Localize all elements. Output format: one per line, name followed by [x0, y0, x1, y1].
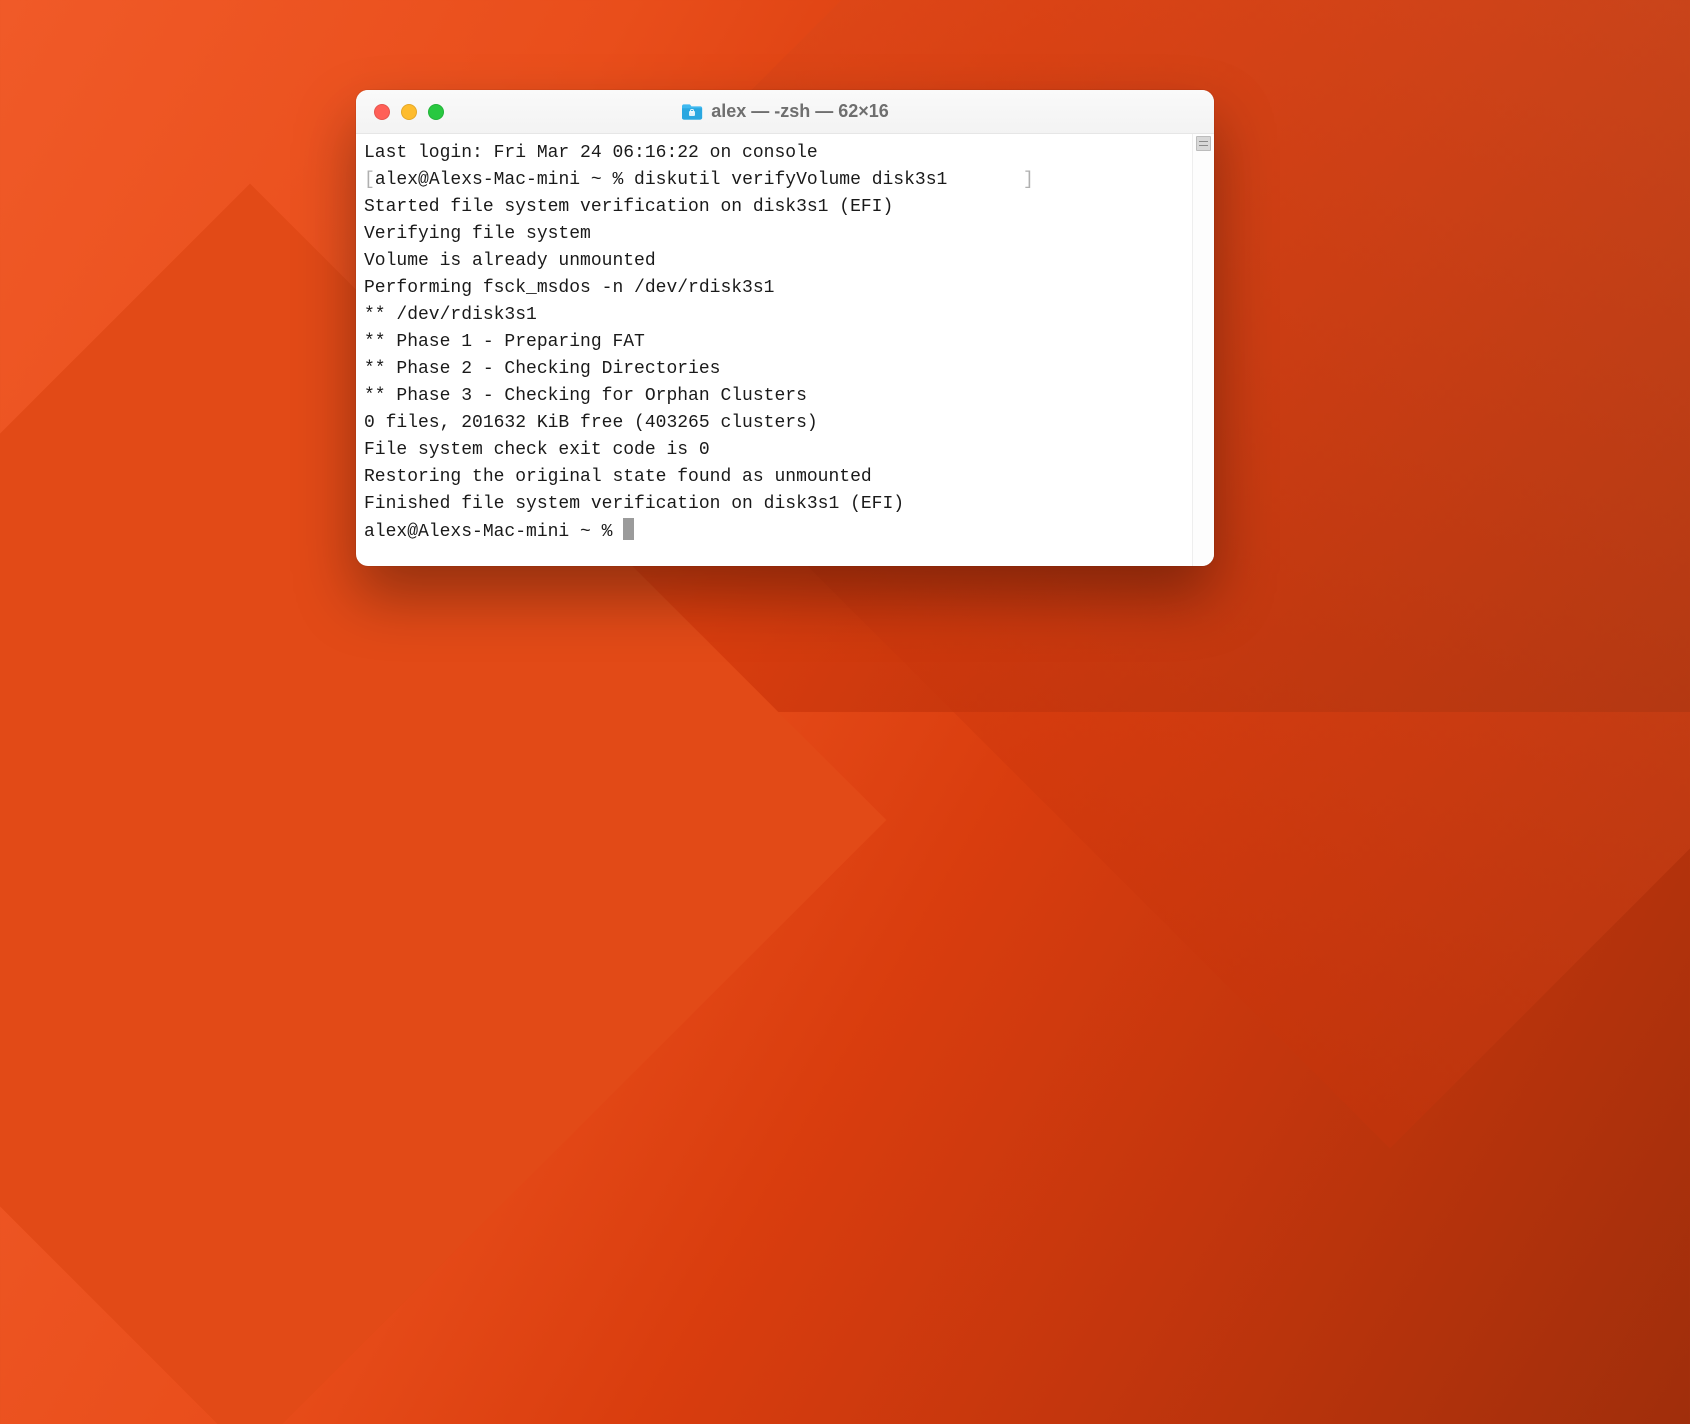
- terminal-body: Last login: Fri Mar 24 06:16:22 on conso…: [356, 134, 1214, 566]
- terminal-line: Restoring the original state found as un…: [364, 464, 1184, 491]
- terminal-line: Volume is already unmounted: [364, 248, 1184, 275]
- terminal-output[interactable]: Last login: Fri Mar 24 06:16:22 on conso…: [356, 134, 1192, 566]
- vertical-scrollbar[interactable]: [1192, 134, 1214, 566]
- terminal-line: ** Phase 3 - Checking for Orphan Cluster…: [364, 383, 1184, 410]
- terminal-line: [alex@Alexs-Mac-mini ~ % diskutil verify…: [364, 167, 1184, 194]
- folder-icon: [681, 103, 703, 121]
- terminal-line: ** /dev/rdisk3s1: [364, 302, 1184, 329]
- window-title-text: alex — -zsh — 62×16: [711, 101, 889, 122]
- terminal-line: ** Phase 2 - Checking Directories: [364, 356, 1184, 383]
- scroll-thumb[interactable]: [1196, 136, 1211, 151]
- cursor: [623, 518, 634, 540]
- terminal-line: File system check exit code is 0: [364, 437, 1184, 464]
- terminal-line: Verifying file system: [364, 221, 1184, 248]
- terminal-line: ** Phase 1 - Preparing FAT: [364, 329, 1184, 356]
- window-title: alex — -zsh — 62×16: [356, 101, 1214, 122]
- window-controls: [356, 104, 444, 120]
- terminal-line: Finished file system verification on dis…: [364, 491, 1184, 518]
- minimize-button[interactable]: [401, 104, 417, 120]
- terminal-window: alex — -zsh — 62×16 Last login: Fri Mar …: [356, 90, 1214, 566]
- terminal-line: Last login: Fri Mar 24 06:16:22 on conso…: [364, 140, 1184, 167]
- zoom-button[interactable]: [428, 104, 444, 120]
- terminal-line: Started file system verification on disk…: [364, 194, 1184, 221]
- terminal-line: Performing fsck_msdos -n /dev/rdisk3s1: [364, 275, 1184, 302]
- close-button[interactable]: [374, 104, 390, 120]
- terminal-prompt[interactable]: alex@Alexs-Mac-mini ~ %: [364, 518, 1184, 546]
- window-titlebar[interactable]: alex — -zsh — 62×16: [356, 90, 1214, 134]
- terminal-line: 0 files, 201632 KiB free (403265 cluster…: [364, 410, 1184, 437]
